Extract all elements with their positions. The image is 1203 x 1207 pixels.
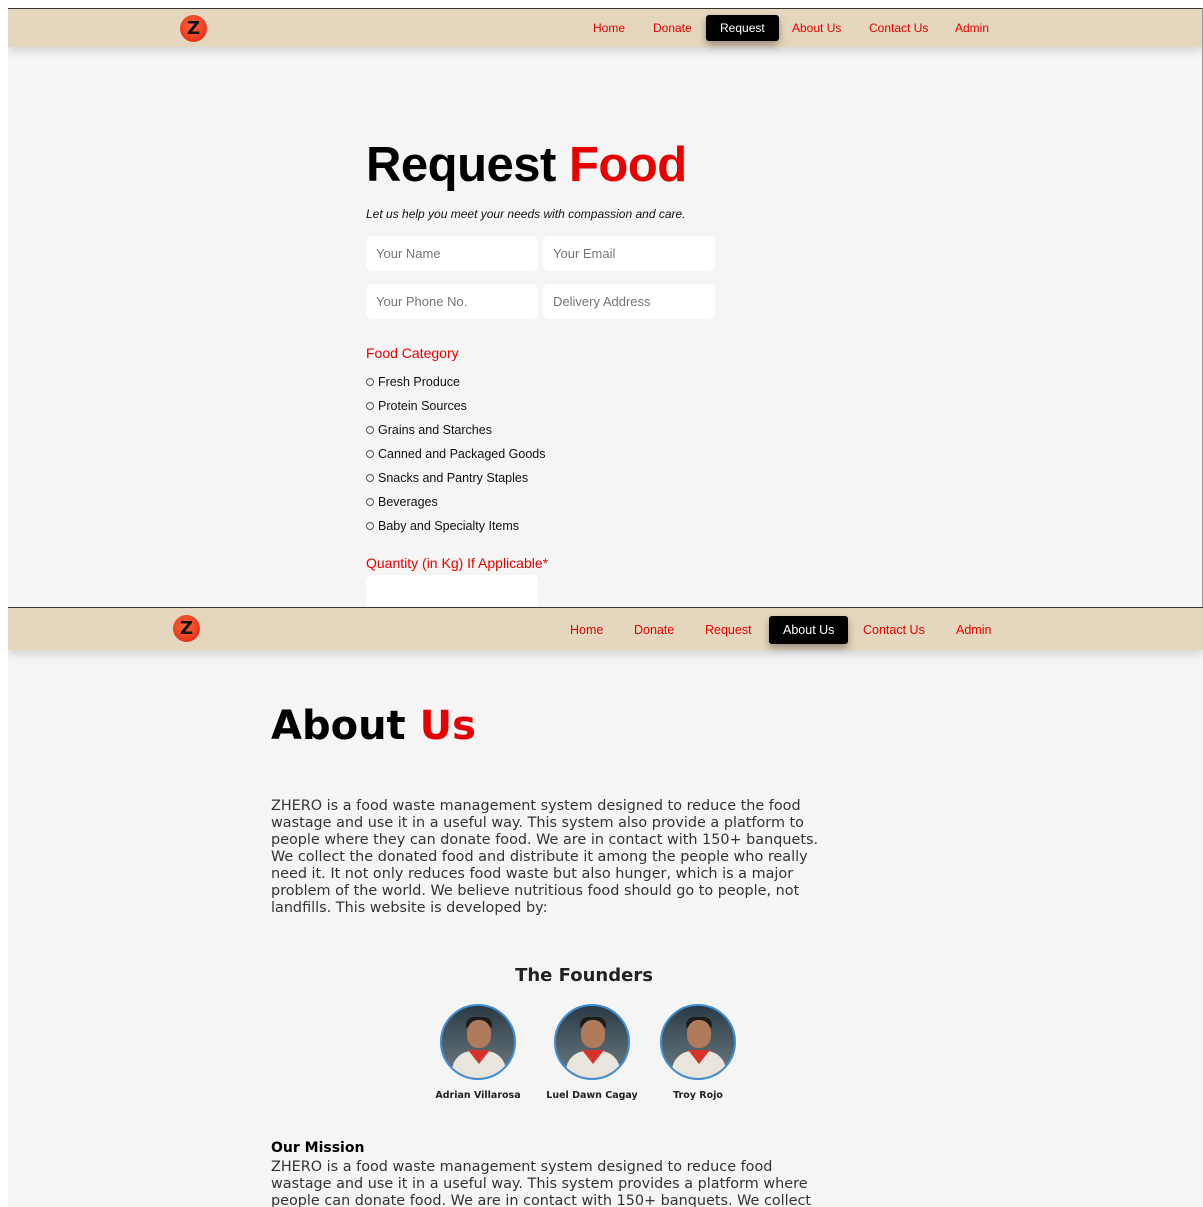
name-input[interactable] [366,236,538,271]
about-intro: ZHERO is a food waste management system … [271,798,819,916]
quantity-label: Quantity (in Kg) If Applicable* [366,555,549,571]
nav-admin[interactable]: Admin [956,623,991,637]
about-page-screenshot: Z Home Donate Request About Us Contact U… [8,607,1203,1207]
radio-icon[interactable] [366,402,374,410]
nav-about-us[interactable]: About Us [769,616,849,644]
radio-icon[interactable] [366,450,374,458]
address-input[interactable] [543,284,715,319]
founders-title: The Founders [515,965,653,986]
radio-icon[interactable] [366,522,374,530]
nav-contact-us[interactable]: Contact Us [863,623,925,637]
nav-request[interactable]: Request [706,15,779,41]
avatar [660,1004,736,1080]
nav-donate[interactable]: Donate [653,21,692,35]
category-option[interactable]: Beverages [366,495,438,509]
category-option[interactable]: Protein Sources [366,399,467,413]
nav-request[interactable]: Request [705,623,752,637]
category-option[interactable]: Canned and Packaged Goods [366,447,546,461]
email-input[interactable] [543,236,715,271]
founder-card: Luel Dawn Cagay [532,1004,652,1101]
category-option[interactable]: Grains and Starches [366,423,492,437]
mission-title: Our Mission [271,1140,365,1156]
nav-about-us[interactable]: About Us [792,21,841,35]
founder-name: Luel Dawn Cagay [546,1090,638,1101]
page-title: Request Food [366,138,687,192]
radio-icon[interactable] [366,426,374,434]
category-option[interactable]: Snacks and Pantry Staples [366,471,528,485]
founder-name: Troy Rojo [673,1090,723,1101]
founder-card: Troy Rojo [638,1004,758,1101]
food-category-label: Food Category [366,345,459,361]
radio-icon[interactable] [366,474,374,482]
nav-contact-us[interactable]: Contact Us [869,21,928,35]
category-option[interactable]: Fresh Produce [366,375,460,389]
nav-donate[interactable]: Donate [634,623,674,637]
phone-input[interactable] [366,284,538,319]
navbar: Z Home Donate Request About Us Contact U… [8,608,1203,650]
navbar: Z Home Donate Request About Us Contact U… [8,9,1202,47]
zhero-logo[interactable]: Z [173,615,200,642]
page-subtitle: Let us help you meet your needs with com… [366,207,686,221]
mission-text: ZHERO is a food waste management system … [271,1159,812,1207]
avatar [440,1004,516,1080]
nav-home[interactable]: Home [593,21,625,35]
avatar [554,1004,630,1080]
request-page-screenshot: Z Home Donate Request About Us Contact U… [8,8,1203,607]
category-option[interactable]: Baby and Specialty Items [366,519,519,533]
page-title: About Us [271,703,476,749]
nav-home[interactable]: Home [570,623,603,637]
radio-icon[interactable] [366,498,374,506]
nav-admin[interactable]: Admin [955,21,989,35]
radio-icon[interactable] [366,378,374,386]
quantity-input[interactable] [366,575,538,607]
founder-name: Adrian Villarosa [435,1090,521,1101]
zhero-logo[interactable]: Z [180,15,207,42]
founder-card: Adrian Villarosa [418,1004,538,1101]
